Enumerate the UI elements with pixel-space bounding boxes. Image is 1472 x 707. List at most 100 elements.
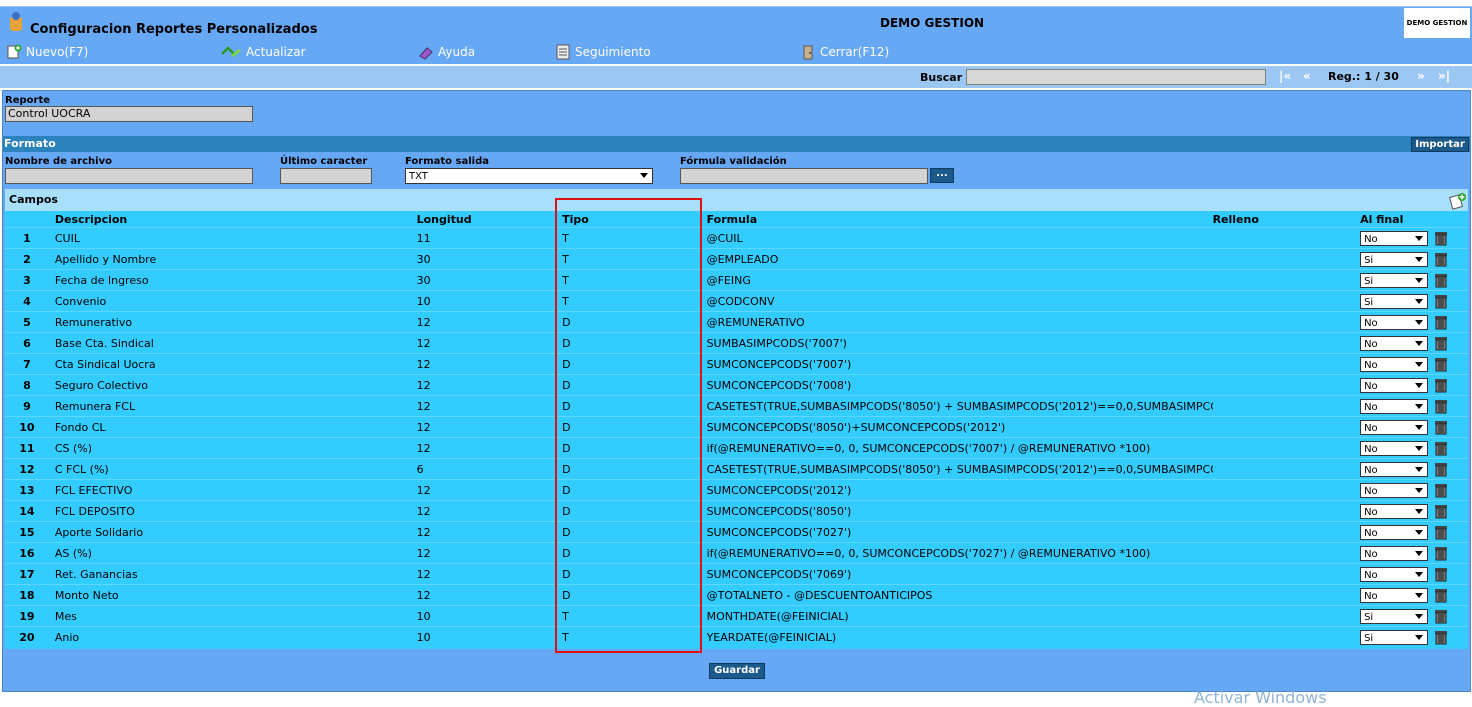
row-longitud[interactable]: 12: [416, 500, 563, 522]
row-relleno[interactable]: [1212, 626, 1361, 647]
nombre-archivo-field[interactable]: [5, 168, 253, 184]
row-descripcion[interactable]: FCL DEPOSITO: [48, 500, 417, 522]
row-tipo[interactable]: T: [562, 626, 707, 647]
al-final-select[interactable]: Si: [1360, 293, 1429, 309]
row-tipo[interactable]: T: [562, 605, 707, 627]
trash-icon[interactable]: [1434, 546, 1448, 561]
row-descripcion[interactable]: Convenio: [48, 290, 417, 312]
al-final-select[interactable]: No: [1360, 545, 1429, 561]
row-formula[interactable]: MONTHDATE(@FEINICIAL): [706, 605, 1213, 627]
row-tipo[interactable]: D: [562, 416, 707, 438]
row-relleno[interactable]: [1212, 269, 1361, 291]
row-longitud[interactable]: 12: [416, 521, 563, 543]
trash-icon[interactable]: [1434, 231, 1448, 246]
row-formula[interactable]: if(@REMUNERATIVO==0, 0, SUMCONCEPCODS('7…: [706, 437, 1213, 459]
row-tipo[interactable]: D: [562, 374, 707, 396]
row-formula[interactable]: CASETEST(TRUE,SUMBASIMPCODS('8050') + SU…: [706, 395, 1213, 417]
trash-icon[interactable]: [1434, 504, 1448, 519]
formula-validacion-field[interactable]: [680, 168, 928, 184]
al-final-select[interactable]: No: [1360, 356, 1429, 372]
row-longitud[interactable]: 12: [416, 479, 563, 501]
trash-icon[interactable]: [1434, 525, 1448, 540]
row-longitud[interactable]: 12: [416, 563, 563, 585]
row-longitud[interactable]: 12: [416, 353, 563, 375]
al-final-select[interactable]: No: [1360, 587, 1429, 603]
row-tipo[interactable]: D: [562, 311, 707, 333]
row-relleno[interactable]: [1212, 605, 1361, 627]
row-formula[interactable]: if(@REMUNERATIVO==0, 0, SUMCONCEPCODS('7…: [706, 542, 1213, 564]
trash-icon[interactable]: [1434, 336, 1448, 351]
cerrar-button[interactable]: Cerrar(F12): [800, 44, 889, 60]
importar-button[interactable]: Importar: [1411, 137, 1469, 152]
trash-icon[interactable]: [1434, 420, 1448, 435]
row-relleno[interactable]: [1212, 437, 1361, 459]
row-tipo[interactable]: D: [562, 395, 707, 417]
row-tipo[interactable]: T: [562, 227, 707, 249]
row-tipo[interactable]: D: [562, 521, 707, 543]
formato-salida-select[interactable]: TXT: [405, 168, 653, 184]
al-final-select[interactable]: No: [1360, 503, 1429, 519]
row-formula[interactable]: SUMBASIMPCODS('7007'): [706, 332, 1213, 354]
row-tipo[interactable]: D: [562, 563, 707, 585]
row-formula[interactable]: @FEING: [706, 269, 1213, 291]
row-relleno[interactable]: [1212, 563, 1361, 585]
row-longitud[interactable]: 12: [416, 332, 563, 354]
al-final-select[interactable]: Si: [1360, 272, 1429, 288]
last-record-button[interactable]: »|: [1438, 69, 1450, 83]
row-longitud[interactable]: 30: [416, 269, 563, 291]
row-tipo[interactable]: D: [562, 437, 707, 459]
row-tipo[interactable]: D: [562, 479, 707, 501]
trash-icon[interactable]: [1434, 357, 1448, 372]
row-longitud[interactable]: 6: [416, 458, 563, 480]
row-descripcion[interactable]: Aporte Solidario: [48, 521, 417, 543]
trash-icon[interactable]: [1434, 588, 1448, 603]
row-descripcion[interactable]: Remunera FCL: [48, 395, 417, 417]
row-descripcion[interactable]: Monto Neto: [48, 584, 417, 606]
trash-icon[interactable]: [1434, 567, 1448, 582]
al-final-select[interactable]: No: [1360, 398, 1429, 414]
al-final-select[interactable]: Si: [1360, 608, 1429, 624]
row-longitud[interactable]: 12: [416, 584, 563, 606]
al-final-select[interactable]: No: [1360, 230, 1429, 246]
row-formula[interactable]: @TOTALNETO - @DESCUENTOANTICIPOS: [706, 584, 1213, 606]
row-descripcion[interactable]: AS (%): [48, 542, 417, 564]
row-formula[interactable]: @REMUNERATIVO: [706, 311, 1213, 333]
trash-icon[interactable]: [1434, 441, 1448, 456]
row-formula[interactable]: @CODCONV: [706, 290, 1213, 312]
al-final-select[interactable]: Si: [1360, 629, 1429, 645]
row-relleno[interactable]: [1212, 584, 1361, 606]
row-relleno[interactable]: [1212, 479, 1361, 501]
al-final-select[interactable]: No: [1360, 377, 1429, 393]
row-tipo[interactable]: D: [562, 584, 707, 606]
search-input[interactable]: [966, 69, 1266, 85]
seguimiento-button[interactable]: Seguimiento: [555, 44, 651, 60]
row-formula[interactable]: SUMCONCEPCODS('8050')+SUMCONCEPCODS('201…: [706, 416, 1213, 438]
row-descripcion[interactable]: Anio: [48, 626, 417, 647]
trash-icon[interactable]: [1434, 630, 1448, 645]
row-tipo[interactable]: D: [562, 500, 707, 522]
row-relleno[interactable]: [1212, 248, 1361, 270]
al-final-select[interactable]: No: [1360, 335, 1429, 351]
row-relleno[interactable]: [1212, 227, 1361, 249]
row-tipo[interactable]: D: [562, 332, 707, 354]
row-descripcion[interactable]: Base Cta. Sindical: [48, 332, 417, 354]
row-formula[interactable]: SUMCONCEPCODS('7008'): [706, 374, 1213, 396]
row-longitud[interactable]: 11: [416, 227, 563, 249]
row-longitud[interactable]: 10: [416, 290, 563, 312]
row-formula[interactable]: CASETEST(TRUE,SUMBASIMPCODS('8050') + SU…: [706, 458, 1213, 480]
row-longitud[interactable]: 12: [416, 395, 563, 417]
row-relleno[interactable]: [1212, 353, 1361, 375]
row-relleno[interactable]: [1212, 332, 1361, 354]
row-descripcion[interactable]: Seguro Colectivo: [48, 374, 417, 396]
row-formula[interactable]: SUMCONCEPCODS('7007'): [706, 353, 1213, 375]
row-tipo[interactable]: D: [562, 353, 707, 375]
row-relleno[interactable]: [1212, 290, 1361, 312]
al-final-select[interactable]: No: [1360, 440, 1429, 456]
row-longitud[interactable]: 12: [416, 311, 563, 333]
row-tipo[interactable]: D: [562, 542, 707, 564]
trash-icon[interactable]: [1434, 315, 1448, 330]
row-descripcion[interactable]: FCL EFECTIVO: [48, 479, 417, 501]
row-longitud[interactable]: 10: [416, 605, 563, 627]
add-field-icon[interactable]: [1449, 192, 1467, 210]
next-record-button[interactable]: »: [1417, 69, 1425, 83]
